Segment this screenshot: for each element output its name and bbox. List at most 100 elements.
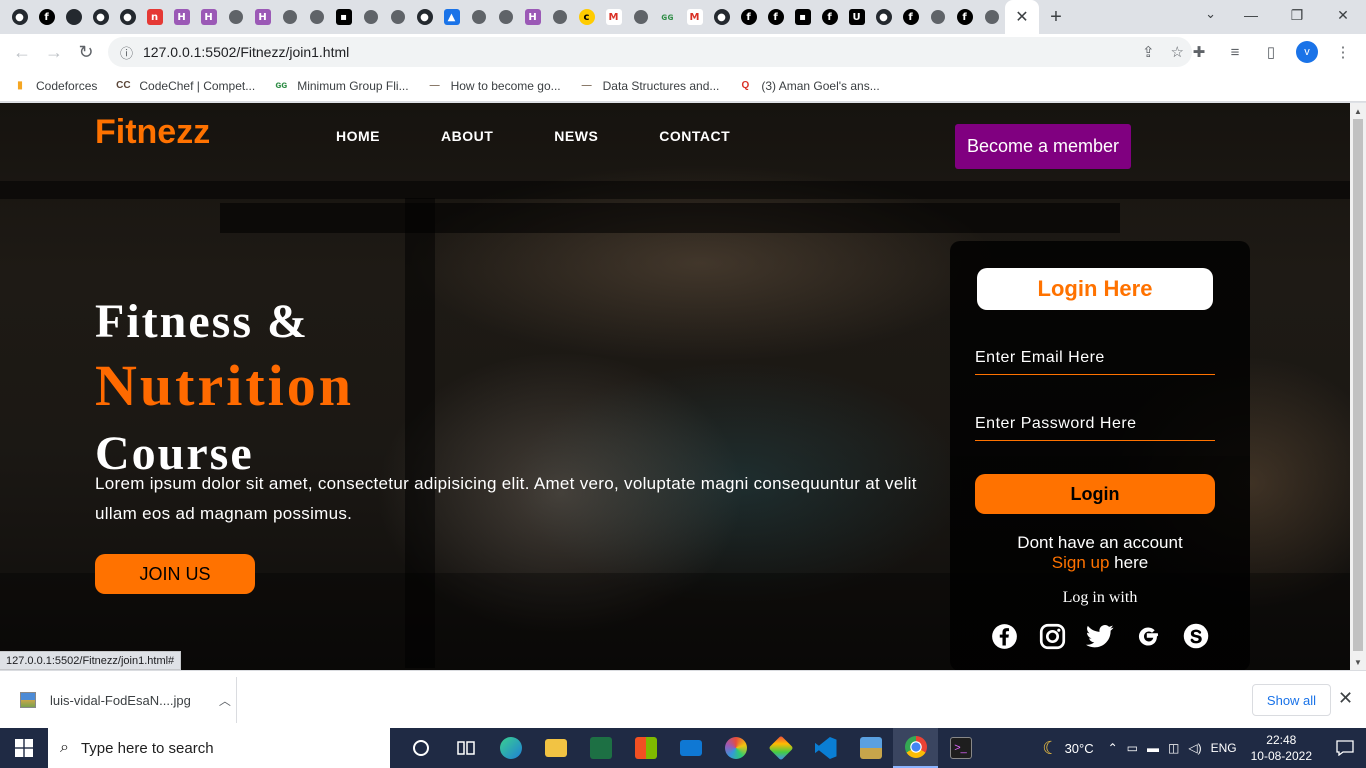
language-indicator[interactable]: ENG (1211, 741, 1237, 755)
volume-icon[interactable]: ◁) (1188, 741, 1201, 755)
download-item[interactable]: luis-vidal-FodEsaN....jpg ︿ (0, 677, 237, 723)
network-icon[interactable]: ◫ (1168, 741, 1179, 755)
browser-tab[interactable]: n (141, 0, 168, 34)
browser-tab[interactable]: ● (6, 0, 33, 34)
browser-tab[interactable]: ● (114, 0, 141, 34)
browser-tab[interactable]: M (600, 0, 627, 34)
close-download-bar-icon[interactable]: ✕ (1338, 688, 1353, 709)
task-view-icon[interactable] (443, 728, 488, 768)
page-scrollbar[interactable]: ▲ ▼ (1350, 103, 1366, 670)
chrome-icon[interactable] (893, 728, 938, 768)
browser-tab[interactable] (222, 0, 249, 34)
browser-tab[interactable]: ɢɢ (654, 0, 681, 34)
weather-widget[interactable]: ☾ 30°C (1042, 738, 1093, 759)
bookmark-item[interactable]: ɢɢ Minimum Group Fli... (273, 79, 408, 93)
bookmark-item[interactable]: — Data Structures and... (579, 79, 720, 93)
git-icon[interactable] (758, 728, 803, 768)
browser-tab[interactable] (384, 0, 411, 34)
signup-link[interactable]: Sign up (1052, 553, 1110, 572)
nav-home-link[interactable]: HOME (336, 128, 380, 144)
join-us-button[interactable]: JOIN US (95, 554, 255, 594)
google-icon[interactable] (1134, 622, 1162, 650)
browser-tab[interactable] (60, 0, 87, 34)
facebook-icon[interactable] (990, 622, 1018, 650)
browser-tab[interactable] (978, 0, 1005, 34)
browser-tab[interactable]: H (195, 0, 222, 34)
browser-tab[interactable]: H (168, 0, 195, 34)
browser-tab[interactable]: c (573, 0, 600, 34)
extensions-icon[interactable]: ✚ (1188, 38, 1210, 66)
minimize-button[interactable]: — (1228, 0, 1274, 30)
clock[interactable]: 22:48 10-08-2022 (1251, 732, 1312, 764)
reload-button[interactable]: ↻ (70, 36, 102, 68)
twitter-icon[interactable] (1086, 622, 1114, 650)
browser-tab[interactable] (465, 0, 492, 34)
nav-news-link[interactable]: NEWS (554, 128, 598, 144)
profile-avatar[interactable]: v (1296, 41, 1318, 63)
chevron-up-icon[interactable]: ︿ (219, 692, 231, 709)
browser-tab[interactable]: ▲ (438, 0, 465, 34)
photos-icon[interactable] (848, 728, 893, 768)
skype-icon[interactable] (1182, 622, 1210, 650)
paint-icon[interactable] (713, 728, 758, 768)
browser-tab[interactable]: M (681, 0, 708, 34)
browser-tab[interactable] (492, 0, 519, 34)
browser-tab[interactable]: f (762, 0, 789, 34)
mail-icon[interactable] (668, 728, 713, 768)
cortana-icon[interactable] (398, 728, 443, 768)
browser-tab[interactable]: ● (411, 0, 438, 34)
bookmark-item[interactable]: CC CodeChef | Compet... (115, 79, 255, 93)
new-tab-button[interactable]: + (1039, 0, 1073, 34)
browser-tab[interactable] (357, 0, 384, 34)
nav-about-link[interactable]: ABOUT (441, 128, 493, 144)
browser-tab[interactable]: ▪ (330, 0, 357, 34)
browser-tab[interactable]: f (33, 0, 60, 34)
media-control-icon[interactable]: ≡ (1224, 38, 1246, 66)
close-window-button[interactable]: ✕ (1320, 0, 1366, 30)
scroll-down-arrow[interactable]: ▼ (1350, 655, 1366, 669)
bookmark-item[interactable]: Q (3) Aman Goel's ans... (737, 79, 879, 93)
browser-tab[interactable]: ▪ (789, 0, 816, 34)
windows-start-button[interactable] (0, 728, 48, 768)
store-icon[interactable] (623, 728, 668, 768)
restore-button[interactable]: ❐ (1274, 0, 1320, 30)
menu-icon[interactable]: ⋮ (1332, 38, 1354, 66)
browser-tab[interactable]: f (816, 0, 843, 34)
browser-tab[interactable]: f (951, 0, 978, 34)
browser-tab[interactable]: ● (87, 0, 114, 34)
browser-tab[interactable]: H (519, 0, 546, 34)
terminal-icon[interactable]: >_ (938, 728, 983, 768)
battery-icon[interactable]: ▬ (1147, 741, 1159, 755)
notification-icon[interactable] (1330, 740, 1360, 756)
bookmark-item[interactable]: — How to become go... (427, 79, 561, 93)
browser-tab[interactable]: f (735, 0, 762, 34)
browser-tab[interactable]: U (843, 0, 870, 34)
login-button[interactable]: Login (975, 474, 1215, 514)
file-explorer-icon[interactable] (533, 728, 578, 768)
vscode-icon[interactable] (803, 728, 848, 768)
browser-tab[interactable]: H (249, 0, 276, 34)
browser-tab[interactable]: ● (870, 0, 897, 34)
browser-tab[interactable] (276, 0, 303, 34)
nav-contact-link[interactable]: CONTACT (659, 128, 730, 144)
browser-tab[interactable] (924, 0, 951, 34)
show-all-button[interactable]: Show all (1252, 684, 1331, 716)
tab-search-icon[interactable]: ⌄ (1205, 6, 1216, 22)
chevron-up-icon[interactable]: ⌃ (1108, 741, 1118, 755)
browser-tab[interactable] (303, 0, 330, 34)
back-button[interactable]: ← (6, 36, 38, 68)
instagram-icon[interactable] (1038, 622, 1066, 650)
side-panel-icon[interactable]: ▯ (1260, 38, 1282, 66)
share-icon[interactable]: ⇪ (1142, 43, 1155, 61)
address-bar[interactable]: ⓘ 127.0.0.1:5502/Fitnezz/join1.html ⇪ ☆ (108, 37, 1192, 67)
password-field[interactable]: Enter Password Here (975, 415, 1215, 441)
become-member-button[interactable]: Become a member (955, 124, 1131, 169)
scroll-up-arrow[interactable]: ▲ (1350, 104, 1366, 118)
email-field[interactable]: Enter Email Here (975, 349, 1215, 375)
taskbar-search[interactable]: ⌕ Type here to search (48, 728, 390, 768)
browser-tab[interactable] (546, 0, 573, 34)
site-info-icon[interactable]: ⓘ (120, 43, 133, 62)
active-tab-close-icon[interactable]: ✕ (1005, 0, 1039, 34)
site-logo[interactable]: Fitnezz (95, 113, 210, 152)
scroll-thumb[interactable] (1353, 119, 1363, 651)
